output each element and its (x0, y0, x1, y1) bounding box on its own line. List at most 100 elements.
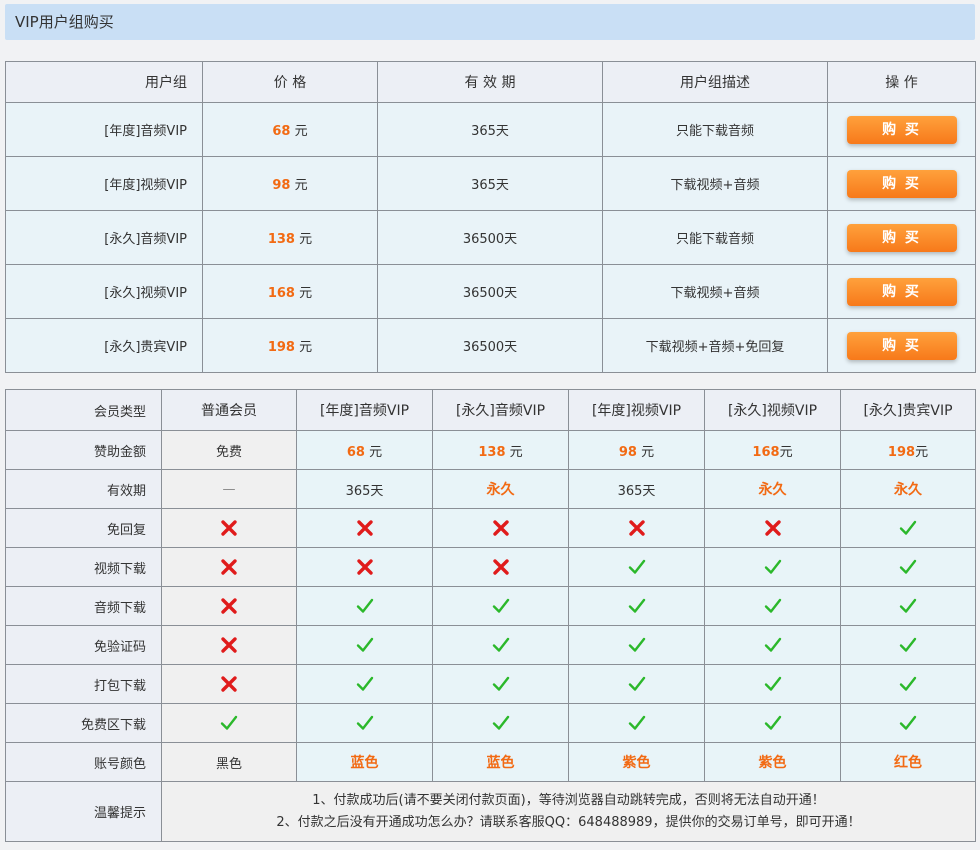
amount-value: 198 (887, 444, 916, 460)
validity-period: 36500天 (377, 318, 603, 373)
group-description: 下载视频+音频 (602, 156, 828, 211)
amount-value: 168 (752, 444, 780, 460)
column-year-video-vip: [年度]视频VIP (568, 389, 705, 431)
feature-yes (840, 703, 976, 743)
price-value: 198 (267, 340, 295, 355)
action-cell: 购 买 (827, 318, 976, 373)
cross-icon (764, 520, 781, 536)
feature-no (296, 547, 433, 587)
column-forever-guest-vip: [永久]贵宾VIP (840, 389, 976, 431)
cross-icon (492, 559, 509, 575)
group-name: [年度]音频VIP (5, 102, 203, 157)
check-icon (628, 559, 645, 574)
feature-yes (296, 625, 433, 665)
feature-yes (704, 586, 841, 626)
page-title: VIP用户组购买 (5, 4, 975, 40)
action-cell: 购 买 (827, 102, 976, 157)
account-color-text: 紫色 (758, 755, 787, 771)
group-description: 只能下载音频 (602, 210, 828, 265)
feature-yes (568, 586, 705, 626)
tips-content: 1、付款成功后(请不要关闭付款页面)，等待浏览器自动跳转完成，否则将无法自动开通… (161, 781, 976, 842)
price-value: 168 (267, 286, 295, 301)
account-color-text: 紫色 (622, 755, 651, 771)
validity-text: 永久 (486, 482, 515, 498)
validity-text: — (222, 481, 236, 497)
feature-no (432, 547, 569, 587)
comparison-table: 会员类型 普通会员 [年度]音频VIP [永久]音频VIP [年度]视频VIP … (5, 389, 976, 842)
validity-period: 365天 (377, 102, 603, 157)
check-icon (764, 637, 781, 652)
buy-button[interactable]: 购 买 (846, 169, 957, 198)
feature-yes (704, 703, 841, 743)
tips-row: 温馨提示 1、付款成功后(请不要关闭付款页面)，等待浏览器自动跳转完成，否则将无法… (5, 781, 976, 842)
column-normal-member: 普通会员 (161, 389, 297, 431)
buy-button[interactable]: 购 买 (846, 115, 957, 144)
header-period: 有 效 期 (377, 61, 603, 103)
feature-yes (432, 664, 569, 704)
validity-value: 365天 (568, 469, 705, 509)
amount-unit: 元 (505, 444, 523, 460)
validity-period: 36500天 (377, 264, 603, 319)
feature-row: 音频下载 (5, 586, 976, 626)
check-icon (899, 520, 917, 535)
validity-period: 36500天 (377, 210, 603, 265)
check-icon (492, 598, 509, 613)
feature-yes (161, 703, 297, 743)
feature-row: 视频下载 (5, 547, 976, 587)
validity-text: 365天 (345, 483, 384, 499)
feature-no (568, 508, 705, 548)
account-color: 红色 (840, 742, 976, 782)
buy-button[interactable]: 购 买 (846, 277, 957, 306)
feature-yes (568, 703, 705, 743)
check-icon (492, 715, 509, 730)
buy-button[interactable]: 购 买 (846, 223, 957, 252)
sponsor-amount: 138 元 (432, 430, 569, 470)
purchase-row: [永久]视频VIP 168 元 36500天 下载视频+音频购 买 (5, 264, 976, 319)
feature-row: 免回复 (5, 508, 976, 548)
account-color: 紫色 (568, 742, 705, 782)
feature-yes (296, 703, 433, 743)
validity-period: 365天 (377, 156, 603, 211)
action-cell: 购 买 (827, 210, 976, 265)
account-color: 黑色 (161, 742, 297, 782)
cross-icon (221, 520, 237, 536)
group-description: 下载视频+音频+免回复 (602, 318, 828, 373)
column-forever-audio-vip: [永久]音频VIP (432, 389, 569, 431)
check-icon (492, 676, 509, 691)
feature-no (161, 547, 297, 587)
price-unit: 元 (299, 286, 313, 301)
price-cell: 138 元 (202, 210, 378, 265)
sponsor-amount: 168元 (704, 430, 841, 470)
cross-icon (356, 559, 373, 575)
comparison-header-row: 会员类型 普通会员 [年度]音频VIP [永久]音频VIP [年度]视频VIP … (5, 389, 976, 431)
sponsor-amount: 68 元 (296, 430, 433, 470)
price-unit: 元 (299, 340, 313, 355)
feature-label: 免回复 (5, 508, 162, 548)
header-price: 价 格 (202, 61, 378, 103)
cross-icon (221, 559, 237, 575)
tips-label: 温馨提示 (5, 781, 162, 842)
feature-yes (568, 625, 705, 665)
price-unit: 元 (294, 178, 308, 193)
sponsor-amount: 免费 (161, 430, 297, 470)
amount-value: 98 (618, 444, 637, 460)
feature-yes (840, 625, 976, 665)
purchase-row: [年度]音频VIP 68 元 365天 只能下载音频购 买 (5, 102, 976, 157)
feature-yes (568, 547, 705, 587)
action-cell: 购 买 (827, 264, 976, 319)
price-cell: 198 元 (202, 318, 378, 373)
price-unit: 元 (299, 232, 313, 247)
header-description: 用户组描述 (602, 61, 828, 103)
row-label: 账号颜色 (5, 742, 162, 782)
purchase-header-row: 用户组 价 格 有 效 期 用户组描述 操 作 (5, 61, 976, 103)
feature-no (432, 508, 569, 548)
purchase-row: [年度]视频VIP 98 元 365天 下载视频+音频购 买 (5, 156, 976, 211)
check-icon (628, 676, 645, 691)
feature-yes (840, 586, 976, 626)
buy-button[interactable]: 购 买 (846, 331, 957, 360)
check-icon (356, 676, 373, 691)
price-value: 68 (272, 124, 291, 139)
feature-yes (704, 625, 841, 665)
feature-label: 免费区下载 (5, 703, 162, 743)
check-icon (356, 598, 373, 613)
